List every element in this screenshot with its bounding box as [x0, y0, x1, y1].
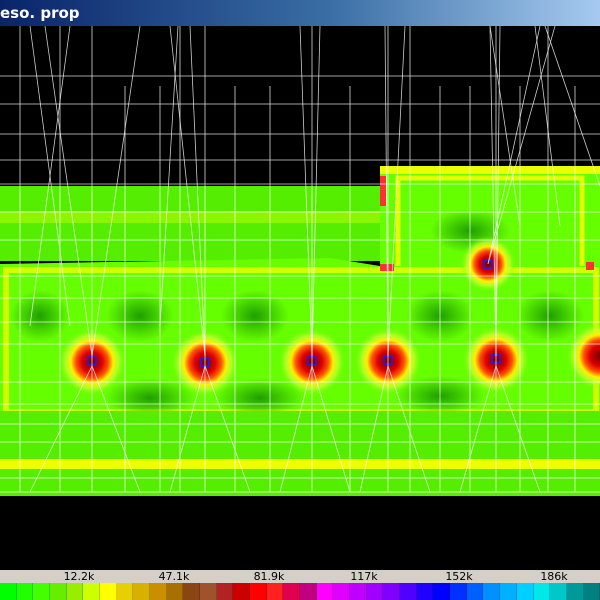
legend-swatch: [266, 583, 284, 600]
legend-swatch: [483, 583, 501, 600]
legend-swatch: [500, 583, 517, 600]
window-titlebar[interactable]: eso. prop: [0, 0, 600, 26]
front-edge-beam: [0, 459, 600, 469]
legend-tick: 152k: [445, 570, 473, 583]
legend-swatch: [183, 583, 201, 600]
legend-swatch: [533, 583, 551, 600]
legend-swatch: [116, 583, 134, 600]
contour-plot[interactable]: [0, 26, 600, 570]
legend-swatch: [33, 583, 51, 600]
legend-swatch: [66, 583, 84, 600]
legend-swatch: [466, 583, 484, 600]
legend-tick: 12.2k: [63, 570, 95, 583]
legend-tick: 81.9k: [253, 570, 285, 583]
legend-swatch: [566, 583, 584, 600]
legend-tick: 186k: [540, 570, 568, 583]
legend-swatch: [416, 583, 434, 600]
legend-swatch: [233, 583, 251, 600]
legend-swatch: [550, 583, 567, 600]
legend-swatch: [516, 583, 534, 600]
legend-swatch: [0, 583, 17, 600]
legend-swatch: [250, 583, 267, 600]
legend-ticks: 12.2k 47.1k 81.9k 117k 152k 186k: [0, 570, 600, 583]
legend-swatch: [133, 583, 151, 600]
legend-tick: 47.1k: [158, 570, 190, 583]
legend-tick: 117k: [350, 570, 378, 583]
legend-swatch: [433, 583, 451, 600]
legend-swatch: [450, 583, 467, 600]
legend-swatch: [366, 583, 384, 600]
legend-swatch: [16, 583, 34, 600]
legend-swatch: [283, 583, 301, 600]
legend-swatch: [316, 583, 334, 600]
legend-swatch: [300, 583, 317, 600]
legend-swatch: [216, 583, 234, 600]
legend-swatch: [83, 583, 101, 600]
back-slab: [0, 186, 390, 261]
legend-swatch: [383, 583, 401, 600]
legend-swatch: [150, 583, 167, 600]
legend-swatch: [400, 583, 417, 600]
raised-block-edge: [380, 166, 600, 174]
contour-viewport[interactable]: [0, 26, 600, 570]
legend-swatches: [0, 583, 600, 600]
legend-swatch: [100, 583, 117, 600]
legend-swatch: [350, 583, 367, 600]
legend-swatch: [333, 583, 351, 600]
legend-swatch: [200, 583, 217, 600]
legend-swatch: [166, 583, 184, 600]
window-title: eso. prop: [0, 4, 80, 22]
color-scale-legend: 12.2k 47.1k 81.9k 117k 152k 186k: [0, 570, 600, 600]
legend-swatch: [583, 583, 600, 600]
back-slab-border: [0, 211, 390, 223]
legend-swatch: [50, 583, 67, 600]
